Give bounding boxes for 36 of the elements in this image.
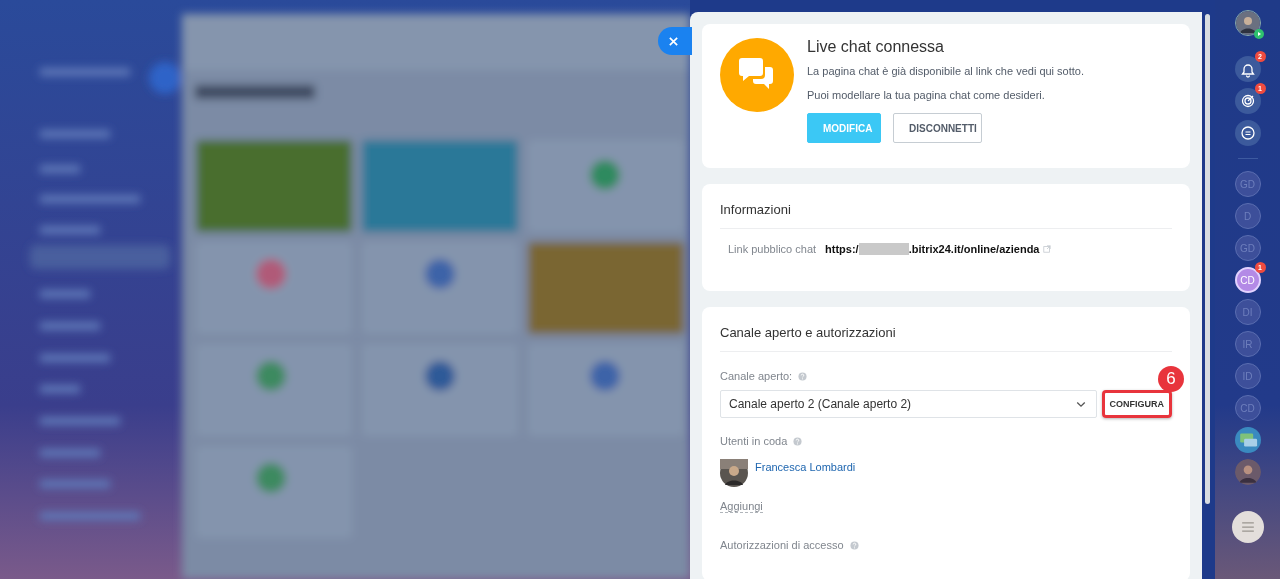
close-icon xyxy=(667,35,679,47)
description-text: Puoi modellare la tua pagina chat come desideri. xyxy=(807,89,1046,101)
bell-icon[interactable] xyxy=(1234,56,1261,82)
close-button[interactable] xyxy=(658,27,692,55)
disconnect-button[interactable]: DISCONNETTI xyxy=(893,113,982,143)
menu-button[interactable] xyxy=(1231,511,1264,543)
card-title: Live chat connessa xyxy=(807,38,945,56)
field-label: Canale aperto: xyxy=(720,370,793,382)
field-label: Link pubblico chat xyxy=(728,243,817,255)
field-label: Utenti in coda xyxy=(720,435,788,447)
chats-icon[interactable] xyxy=(1234,120,1261,146)
user-avatar xyxy=(720,459,748,487)
add-link[interactable]: Aggiungi xyxy=(720,500,763,513)
channel-dropdown[interactable]: Canale aperto 2 (Canale aperto 2) xyxy=(720,390,1097,418)
field-label: Autorizzazioni di accesso xyxy=(720,539,844,551)
external-link-icon xyxy=(1043,245,1052,253)
help-icon xyxy=(793,436,803,446)
person-figure xyxy=(1234,459,1261,485)
menu-icon xyxy=(1240,522,1255,532)
play-badge-icon xyxy=(1253,29,1264,39)
contact-avatar[interactable] xyxy=(1234,459,1261,485)
user-link[interactable]: Francesca Lombardi xyxy=(755,461,856,473)
chevron-down-icon xyxy=(1075,400,1086,408)
section-title: Canale aperto e autorizzazioni xyxy=(720,321,1172,352)
description-text: La pagina chat è già disponibile al link che vedi qui sotto. xyxy=(807,65,1085,77)
help-icon xyxy=(798,371,808,381)
step-badge: 6 xyxy=(1158,366,1184,392)
help-icon xyxy=(849,540,859,550)
person-figure xyxy=(1235,11,1260,35)
public-link[interactable]: https:/ .bitrix24.it/online/azienda xyxy=(825,243,1040,255)
edit-button[interactable]: MODIFICA xyxy=(807,113,881,143)
chat-avatar[interactable] xyxy=(1234,427,1261,453)
scrollbar[interactable] xyxy=(1205,14,1210,504)
section-title: Informazioni xyxy=(720,198,1172,229)
configure-button[interactable]: CONFIGURA xyxy=(1104,393,1169,415)
target-icon[interactable] xyxy=(1234,88,1261,114)
